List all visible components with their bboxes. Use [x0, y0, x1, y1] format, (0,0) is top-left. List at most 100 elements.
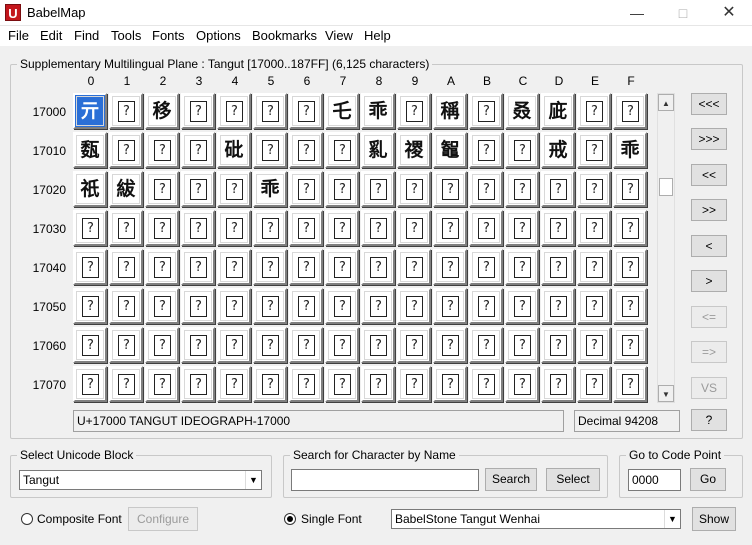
character-cell[interactable]: ?: [181, 288, 215, 324]
character-cell[interactable]: ?: [325, 171, 359, 207]
unicode-block-select[interactable]: Tangut ▼: [19, 470, 262, 490]
character-cell[interactable]: ?: [397, 93, 431, 129]
character-cell[interactable]: ?: [325, 132, 359, 168]
character-cell[interactable]: 瓾: [73, 132, 107, 168]
character-cell[interactable]: ?: [109, 327, 143, 363]
character-cell[interactable]: ?: [433, 249, 467, 285]
character-cell[interactable]: ?: [361, 210, 395, 246]
character-cell[interactable]: ?: [469, 210, 503, 246]
configure-button[interactable]: Configure: [128, 507, 198, 531]
character-cell[interactable]: 庛: [541, 93, 575, 129]
character-cell[interactable]: ?: [505, 249, 539, 285]
character-cell[interactable]: ?: [541, 327, 575, 363]
character-cell[interactable]: ?: [73, 249, 107, 285]
menu-find[interactable]: Find: [74, 28, 99, 43]
maximize-button[interactable]: □: [660, 0, 706, 26]
character-cell[interactable]: ?: [325, 249, 359, 285]
character-cell[interactable]: ?: [109, 93, 143, 129]
show-button[interactable]: Show: [692, 507, 736, 531]
character-cell[interactable]: ?: [73, 210, 107, 246]
character-cell[interactable]: ?: [217, 210, 251, 246]
menu-fonts[interactable]: Fonts: [152, 28, 185, 43]
character-cell[interactable]: ?: [217, 288, 251, 324]
nav-next-page-button[interactable]: >: [691, 270, 727, 292]
character-cell[interactable]: ?: [541, 366, 575, 402]
character-cell[interactable]: ?: [145, 210, 179, 246]
character-cell[interactable]: 禝: [397, 132, 431, 168]
character-cell[interactable]: 紱: [109, 171, 143, 207]
character-cell[interactable]: ?: [397, 171, 431, 207]
character-cell[interactable]: ?: [253, 288, 287, 324]
character-cell[interactable]: 稱: [433, 93, 467, 129]
character-cell[interactable]: 乇: [325, 93, 359, 129]
character-cell[interactable]: ?: [541, 171, 575, 207]
character-cell[interactable]: ?: [577, 171, 611, 207]
character-cell[interactable]: ?: [541, 288, 575, 324]
character-cell[interactable]: 乿: [361, 132, 395, 168]
character-cell[interactable]: ?: [469, 171, 503, 207]
nav-first-plane-button[interactable]: <<<: [691, 93, 727, 115]
character-cell[interactable]: ?: [145, 249, 179, 285]
character-cell[interactable]: 叒: [505, 93, 539, 129]
character-cell[interactable]: ?: [181, 249, 215, 285]
character-cell[interactable]: ?: [577, 288, 611, 324]
menu-help[interactable]: Help: [364, 28, 391, 43]
scroll-down-icon[interactable]: ▼: [658, 385, 674, 402]
character-cell[interactable]: ?: [397, 366, 431, 402]
menu-file[interactable]: File: [8, 28, 29, 43]
character-cell[interactable]: ?: [145, 327, 179, 363]
go-button[interactable]: Go: [690, 468, 726, 491]
character-cell[interactable]: ?: [217, 327, 251, 363]
character-cell[interactable]: ?: [397, 249, 431, 285]
character-cell[interactable]: ?: [325, 327, 359, 363]
character-cell[interactable]: 移: [145, 93, 179, 129]
character-cell[interactable]: ?: [325, 366, 359, 402]
grid-scrollbar[interactable]: ▲ ▼: [657, 93, 675, 403]
character-cell[interactable]: ?: [469, 132, 503, 168]
character-cell[interactable]: ?: [613, 171, 647, 207]
character-cell[interactable]: ?: [253, 366, 287, 402]
character-cell[interactable]: ?: [469, 366, 503, 402]
character-cell[interactable]: ?: [109, 132, 143, 168]
character-cell[interactable]: ?: [73, 366, 107, 402]
menu-bookmarks[interactable]: Bookmarks: [252, 28, 317, 43]
character-cell[interactable]: ?: [181, 366, 215, 402]
character-cell[interactable]: ?: [361, 171, 395, 207]
character-cell[interactable]: ?: [181, 327, 215, 363]
character-cell[interactable]: ?: [217, 93, 251, 129]
character-cell[interactable]: ?: [505, 210, 539, 246]
character-cell[interactable]: ?: [577, 132, 611, 168]
character-cell[interactable]: ?: [613, 210, 647, 246]
character-cell[interactable]: ?: [541, 249, 575, 285]
character-cell[interactable]: ?: [613, 366, 647, 402]
nav-prev-block-button[interactable]: <<: [691, 164, 727, 186]
character-cell[interactable]: ?: [181, 93, 215, 129]
character-cell[interactable]: 乖: [253, 171, 287, 207]
character-cell[interactable]: ?: [109, 249, 143, 285]
scroll-thumb[interactable]: [659, 178, 673, 196]
character-cell[interactable]: ?: [289, 171, 323, 207]
character-cell[interactable]: ?: [145, 171, 179, 207]
character-cell[interactable]: ?: [577, 327, 611, 363]
nav-prev-page-button[interactable]: <: [691, 235, 727, 257]
character-cell[interactable]: ?: [181, 210, 215, 246]
font-select[interactable]: BabelStone Tangut Wenhai ▼: [391, 509, 681, 529]
character-cell[interactable]: ?: [217, 366, 251, 402]
character-cell[interactable]: ?: [505, 171, 539, 207]
character-cell[interactable]: ?: [433, 210, 467, 246]
menu-tools[interactable]: Tools: [111, 28, 141, 43]
character-cell[interactable]: ?: [397, 288, 431, 324]
character-cell[interactable]: ?: [289, 327, 323, 363]
variation-selector-button[interactable]: VS: [691, 377, 727, 399]
character-cell[interactable]: ?: [289, 288, 323, 324]
character-cell[interactable]: 乖: [361, 93, 395, 129]
character-cell[interactable]: ?: [397, 210, 431, 246]
character-cell[interactable]: ?: [289, 249, 323, 285]
character-cell[interactable]: ?: [361, 288, 395, 324]
character-cell[interactable]: ?: [433, 327, 467, 363]
scroll-up-icon[interactable]: ▲: [658, 94, 674, 111]
menu-view[interactable]: View: [325, 28, 353, 43]
character-cell[interactable]: ?: [505, 327, 539, 363]
search-input[interactable]: [291, 469, 479, 491]
character-cell[interactable]: ?: [505, 288, 539, 324]
